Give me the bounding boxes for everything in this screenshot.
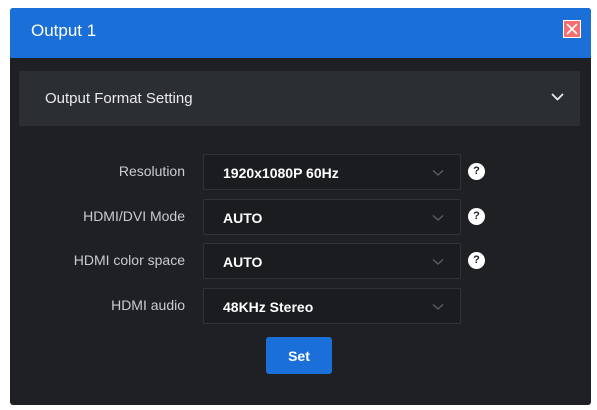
hdmi-audio-row: HDMI audio 48KHz Stereo: [10, 288, 591, 324]
hdmi-dvi-mode-help-icon[interactable]: ?: [468, 208, 485, 225]
chevron-down-icon: [551, 93, 564, 101]
section-title: Output Format Setting: [45, 90, 193, 107]
hdmi-color-space-help-icon[interactable]: ?: [468, 252, 485, 269]
chevron-down-icon: [432, 304, 444, 310]
output-format-section-header[interactable]: Output Format Setting: [19, 71, 580, 126]
close-button[interactable]: [563, 20, 581, 38]
chevron-down-icon: [432, 170, 444, 176]
hdmi-dvi-mode-label: HDMI/DVI Mode: [83, 208, 185, 224]
hdmi-color-space-row: HDMI color space AUTO ?: [10, 243, 591, 279]
set-button[interactable]: Set: [266, 337, 332, 374]
resolution-label: Resolution: [118, 163, 185, 179]
hdmi-dvi-mode-value: AUTO: [223, 210, 263, 226]
hdmi-audio-value: 48KHz Stereo: [223, 299, 314, 315]
chevron-down-icon: [432, 259, 444, 265]
chevron-down-icon: [432, 215, 444, 221]
resolution-select[interactable]: 1920x1080P 60Hz: [203, 154, 461, 190]
resolution-row: Resolution 1920x1080P 60Hz ?: [10, 154, 591, 190]
close-icon: [566, 23, 578, 35]
hdmi-color-space-label: HDMI color space: [73, 252, 185, 268]
resolution-value: 1920x1080P 60Hz: [223, 165, 339, 181]
hdmi-dvi-mode-row: HDMI/DVI Mode AUTO ?: [10, 199, 591, 235]
hdmi-dvi-mode-select[interactable]: AUTO: [203, 199, 461, 235]
hdmi-color-space-value: AUTO: [223, 254, 263, 270]
dialog-title: Output 1: [31, 21, 97, 40]
hdmi-audio-label: HDMI audio: [111, 297, 185, 313]
hdmi-color-space-select[interactable]: AUTO: [203, 243, 461, 279]
hdmi-audio-select[interactable]: 48KHz Stereo: [203, 288, 461, 324]
output-dialog: Output 1 Output Format Setting Resolutio…: [10, 8, 591, 405]
dialog-titlebar: Output 1: [10, 8, 591, 58]
resolution-help-icon[interactable]: ?: [468, 163, 485, 180]
